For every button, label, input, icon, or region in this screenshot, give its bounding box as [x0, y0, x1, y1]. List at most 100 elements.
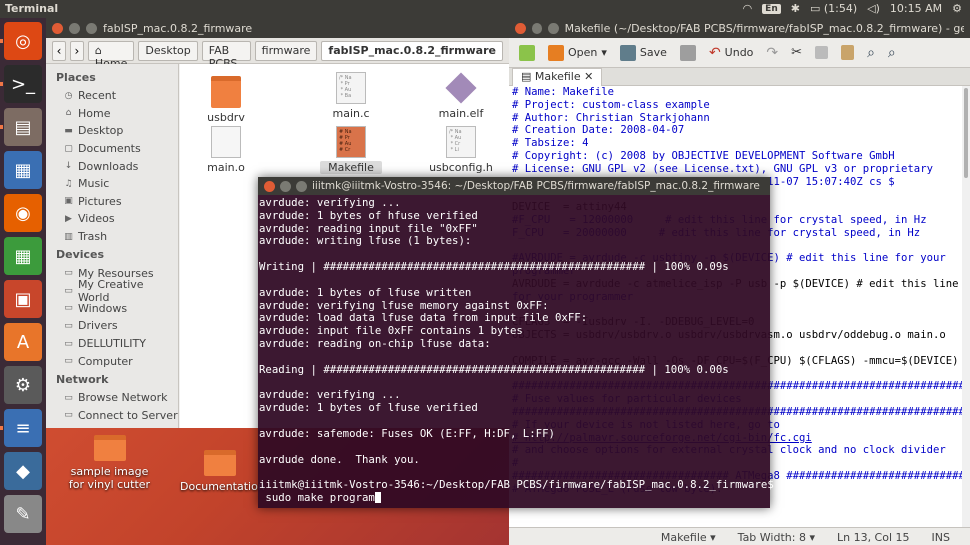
window-title: iiitmk@iiitmk-Vostro-3546: ~/Desktop/FAB… [312, 180, 760, 192]
python-icon: ◆ [16, 460, 30, 482]
launcher-item[interactable]: ▦ [4, 151, 42, 189]
scrollbar-thumb[interactable] [964, 88, 968, 178]
terminal-line: sudo make program [259, 491, 770, 505]
sidebar-item-trash[interactable]: ▥ Trash [46, 228, 178, 246]
launcher-item[interactable]: ≡ [4, 409, 42, 447]
sidebar-item-videos[interactable]: ▶ Videos [46, 210, 178, 228]
sidebar-item-pictures[interactable]: ▣ Pictures [46, 193, 178, 211]
sidebar-item-connect-to-server[interactable]: ▭ Connect to Server [46, 407, 178, 425]
file-item-main-o[interactable]: main.o [195, 126, 257, 174]
file-item-main-c[interactable]: /* Na * Pr * Au * Ba main.c [320, 72, 382, 120]
terminal-output[interactable]: avrdude: verifying ... avrdude: 1 bytes o… [258, 195, 774, 505]
copy-button[interactable] [811, 44, 832, 61]
back-button[interactable]: ‹ [52, 40, 66, 61]
launcher-item[interactable]: >_ [4, 65, 42, 103]
minimize-icon[interactable] [531, 22, 543, 34]
new-document-button[interactable] [515, 43, 539, 63]
launcher-item[interactable]: ◎ [4, 22, 42, 60]
print-button[interactable] [676, 43, 700, 63]
close-icon[interactable] [515, 22, 526, 34]
maximize-icon[interactable] [548, 22, 559, 34]
search-button[interactable]: ⌕ [863, 43, 879, 63]
place-icon: ▢ [64, 143, 73, 154]
sidebar-item-my-creative-world[interactable]: ▭ My Creative World [46, 278, 178, 304]
tab-width-selector[interactable]: Tab Width: 8 ▾ [738, 531, 815, 545]
tab-close-icon[interactable]: ✕ [584, 70, 593, 83]
wifi-icon[interactable]: ◠ [743, 2, 753, 15]
keyboard-layout-indicator[interactable]: En [762, 3, 781, 14]
launcher-item[interactable]: ▤ [4, 108, 42, 146]
desktop-folder-sample-image[interactable]: sample image for vinyl cutter [62, 435, 157, 491]
unity-launcher: ◎ >_ ▤ ▦ ◉ ▦ ▣ A ⚙ ≡ ◆ ✎ [0, 18, 46, 545]
gedit-statusbar: Makefile ▾ Tab Width: 8 ▾ Ln 13, Col 15 … [509, 527, 970, 545]
maximize-icon[interactable] [86, 22, 97, 34]
folder-icon [93, 435, 126, 461]
sidebar-item-browse-network[interactable]: ▭ Browse Network [46, 389, 178, 407]
battery-indicator[interactable]: ▭ (1:54) [810, 2, 857, 15]
sidebar-item-dellutility[interactable]: ▭ DELLUTILITY [46, 335, 178, 353]
volume-icon[interactable]: ◁) [867, 2, 880, 15]
clock[interactable]: 10:15 AM [890, 2, 942, 15]
power-gear-icon[interactable]: ⚙ [952, 2, 962, 15]
launcher-item[interactable]: ▦ [4, 237, 42, 275]
launcher-item[interactable]: ⚙ [4, 366, 42, 404]
launcher-item[interactable]: A [4, 323, 42, 361]
desktop-folder-documentation[interactable]: Documentation [180, 450, 265, 493]
drive-icon: ▭ [64, 320, 73, 331]
tab-makefile[interactable]: ▤ Makefile ✕ [512, 68, 603, 86]
bluetooth-icon[interactable]: ✱ [791, 2, 800, 15]
terminal-window[interactable]: iiitmk@iiitmk-Vostro-3546: ~/Desktop/FAB… [258, 177, 774, 508]
running-indicator [0, 82, 3, 86]
sidebar-item-home[interactable]: ⌂ Home [46, 105, 178, 123]
sidebar-item-recent[interactable]: ◷ Recent [46, 87, 178, 105]
close-icon[interactable] [264, 180, 275, 192]
breadcrumb-fab-pcbs[interactable]: FAB PCBS [201, 40, 251, 70]
breadcrumb-desktop[interactable]: Desktop [138, 40, 198, 61]
software-center-icon: A [16, 331, 30, 353]
breadcrumb-current[interactable]: fabISP_mac.0.8.2_firmware [321, 40, 503, 61]
writer-icon: ▦ [14, 159, 32, 181]
file-item-usbdrv[interactable]: usbdrv [195, 76, 257, 124]
sidebar-item-desktop[interactable]: ▬ Desktop [46, 122, 178, 140]
file-item-makefile[interactable]: # Na # Pr # Au # Cr Makefile [320, 126, 382, 174]
breadcrumb-firmware[interactable]: firmware [254, 40, 318, 61]
minimize-icon[interactable] [69, 22, 80, 34]
sidebar-item-documents[interactable]: ▢ Documents [46, 140, 178, 158]
sidebar-item-drivers[interactable]: ▭ Drivers [46, 317, 178, 335]
open-button[interactable]: Open ▾ [544, 43, 611, 63]
place-icon: ▣ [64, 196, 73, 207]
window-title: Makefile (~/Desktop/FAB PCBS/firmware/fa… [564, 21, 965, 35]
sidebar-item-label: Connect to Server [78, 408, 178, 422]
replace-button[interactable]: ⌕ [884, 43, 900, 63]
sidebar-section-header: Places [56, 71, 96, 84]
gedit-titlebar: Makefile (~/Desktop/FAB PCBS/firmware/fa… [509, 18, 970, 38]
save-button[interactable]: Save [616, 43, 671, 63]
forward-button[interactable]: › [69, 40, 84, 61]
close-icon[interactable] [52, 22, 63, 34]
sidebar-item-music[interactable]: ♫ Music [46, 175, 178, 193]
file-item-main-elf[interactable]: main.elf [430, 72, 492, 120]
undo-button[interactable]: ↶ Undo [705, 43, 757, 63]
place-icon: ▬ [64, 125, 73, 136]
launcher-item[interactable]: ✎ [4, 495, 42, 533]
launcher-item[interactable]: ◆ [4, 452, 42, 490]
minimize-icon[interactable] [280, 180, 291, 192]
editor-line: # Project: custom-class example [512, 98, 710, 111]
paste-button[interactable] [837, 43, 858, 62]
editor-scrollbar[interactable] [962, 86, 970, 532]
terminal-cursor [374, 492, 381, 504]
drive-icon: ▭ [64, 303, 73, 314]
redo-button[interactable]: ↷ [762, 43, 782, 63]
cut-button[interactable]: ✂ [787, 43, 806, 62]
sidebar-item-computer[interactable]: ▭ Computer [46, 352, 178, 370]
maximize-icon[interactable] [296, 180, 307, 192]
sidebar-item-downloads[interactable]: ↓ Downloads [46, 157, 178, 175]
file-item-usbconfig-h[interactable]: /* Na * Au * Cr * Li usbconfig.h [425, 126, 497, 174]
launcher-item[interactable]: ▣ [4, 280, 42, 318]
launcher-item[interactable]: ◉ [4, 194, 42, 232]
sidebar-item-label: My Creative World [77, 277, 144, 304]
breadcrumb-home[interactable]: ⌂ Home [87, 40, 135, 70]
search-icon: ⌕ [867, 44, 875, 61]
language-selector[interactable]: Makefile ▾ [661, 531, 716, 545]
